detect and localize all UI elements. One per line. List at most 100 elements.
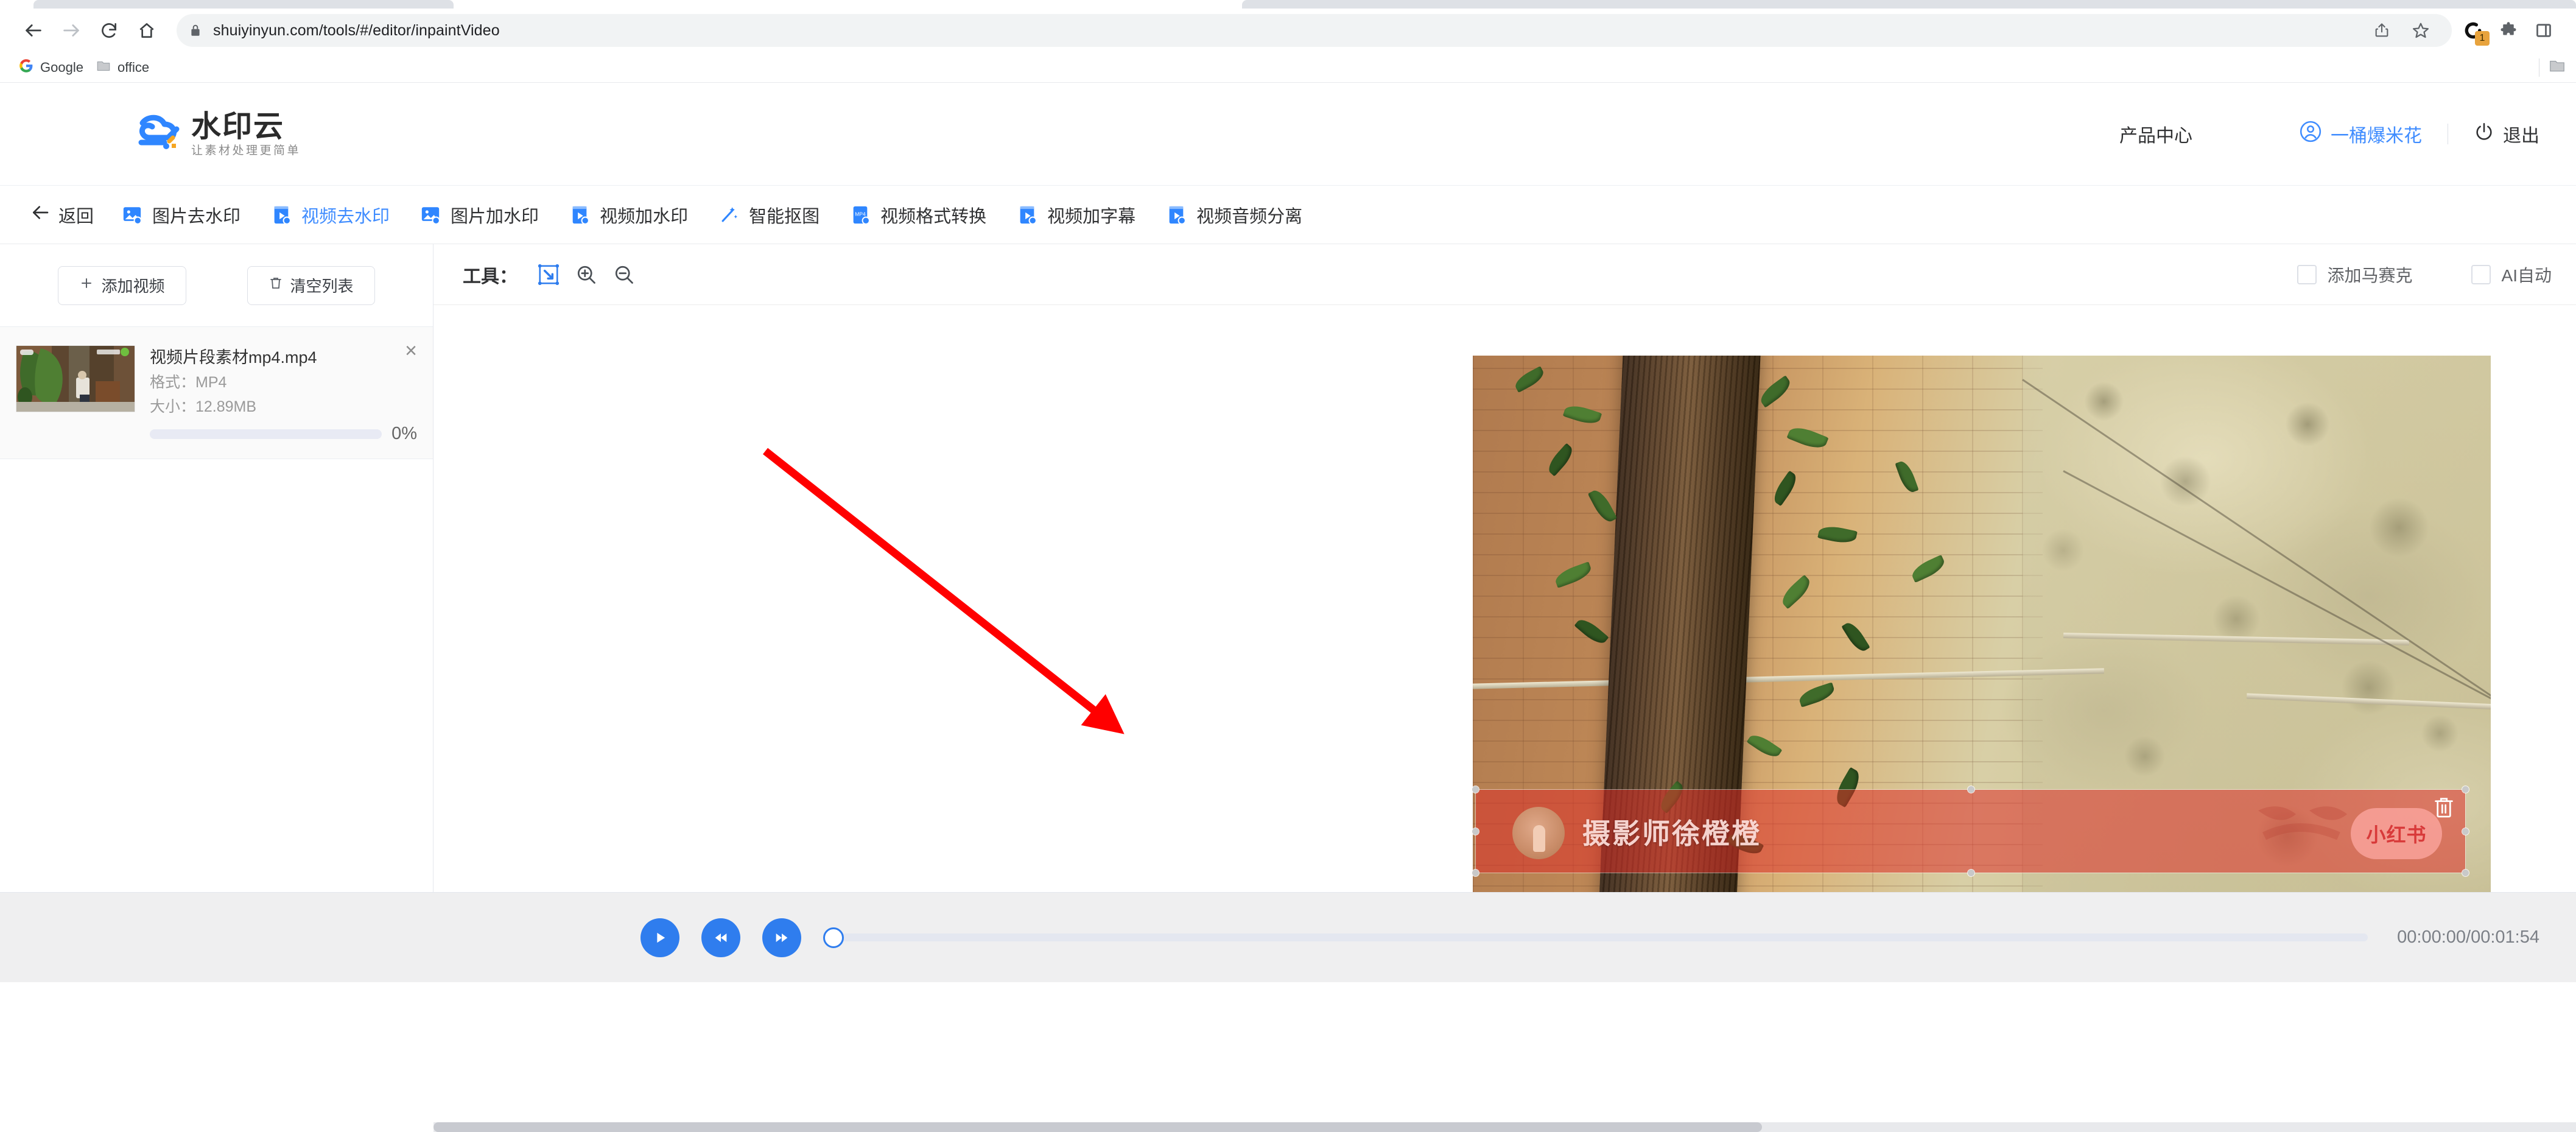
file-sidebar: 添加视频 清空列表 视频片段素材mp4.mp4 格式：MP4 大小：12.89M… (0, 244, 433, 892)
nav-item-smart-cutout[interactable]: 智能抠图 (718, 202, 819, 228)
side-panel-icon[interactable] (2526, 13, 2561, 48)
nav-item-image-remove-watermark[interactable]: 图片去水印 (122, 202, 240, 228)
browser-tab[interactable] (1242, 0, 2576, 9)
user-account[interactable]: 一桶爆米花 (2299, 120, 2422, 148)
zoom-in-tool[interactable] (567, 256, 605, 294)
fast-forward-button[interactable] (762, 918, 801, 957)
trash-icon (268, 276, 283, 295)
extension-badge-count: 1 (2475, 31, 2490, 46)
resize-handle-n[interactable] (1967, 786, 1974, 793)
video-icon (1017, 205, 1037, 225)
nav-item-label: 视频加水印 (600, 206, 689, 227)
user-name: 一桶爆米花 (2331, 126, 2422, 146)
home-icon[interactable] (128, 12, 166, 49)
circle-extension-icon[interactable]: 1 (2455, 13, 2491, 48)
tool-nav-tabs: 返回 图片去水印 视频去水印 图片加水印 视频加水印 智能抠图 MP4 视频格式… (0, 185, 2576, 244)
omnibox-actions (2364, 13, 2438, 48)
site-logo[interactable]: 水印云 让素材处理更简单 (128, 111, 301, 157)
nav-item-label: 视频去水印 (301, 206, 390, 227)
nav-back-button[interactable]: 返回 (30, 202, 94, 228)
logout-button[interactable]: 退出 (2474, 121, 2539, 147)
logo-text: 水印云 让素材处理更简单 (191, 110, 301, 156)
product-center-link[interactable]: 产品中心 (2119, 121, 2192, 147)
folder-icon[interactable] (2548, 57, 2566, 78)
browser-toolbar: shuiyinyun.com/tools/#/editor/inpaintVid… (0, 9, 2576, 52)
resize-handle-ne[interactable] (2462, 786, 2469, 793)
nav-item-video-subtitle[interactable]: 视频加字幕 (1017, 202, 1135, 228)
file-format: 格式：MP4 (150, 374, 227, 392)
bookmark-label: office (117, 59, 150, 75)
bookmark-office[interactable]: office (89, 55, 155, 80)
image-icon (420, 205, 441, 225)
share-icon[interactable] (2364, 13, 2399, 48)
nav-item-video-remove-watermark[interactable]: 视频去水印 (271, 202, 390, 228)
editor-toolbar: 工具： 添加马赛克 AI自动 (433, 244, 2576, 305)
video-icon (569, 205, 590, 225)
add-video-label: 添加视频 (101, 277, 165, 295)
clear-list-label: 清空列表 (290, 277, 354, 295)
ai-auto-checkbox[interactable]: AI自动 (2471, 262, 2552, 287)
file-name: 视频片段素材mp4.mp4 (150, 348, 317, 367)
reload-icon[interactable] (90, 12, 128, 49)
file-progress: 0% (150, 424, 417, 444)
video-icon (1166, 205, 1187, 225)
nav-item-video-audio-split[interactable]: 视频音频分离 (1166, 202, 1302, 228)
remove-file-button[interactable]: × (405, 340, 417, 361)
progress-track (150, 429, 382, 439)
clear-list-button[interactable]: 清空列表 (247, 265, 375, 305)
selection-box-tool[interactable] (530, 256, 567, 294)
slider-track[interactable] (841, 933, 2368, 941)
trash-icon[interactable] (2432, 795, 2455, 820)
watermark-ghost-mark (2246, 793, 2362, 867)
nav-item-video-add-watermark[interactable]: 视频加水印 (569, 202, 688, 228)
add-mosaic-label: 添加马赛克 (2327, 265, 2413, 285)
puzzle-extension-icon[interactable] (2491, 13, 2526, 48)
bookmark-google[interactable]: Google (12, 55, 89, 80)
user-avatar-icon (2299, 120, 2322, 148)
lock-icon (190, 23, 202, 38)
star-icon[interactable] (2403, 13, 2438, 48)
logo-title: 水印云 (191, 110, 285, 143)
resize-handle-w[interactable] (1472, 828, 1479, 835)
watermark-selection-region[interactable]: 摄影师徐橙橙 小红书 (1472, 786, 2469, 876)
forward-arrow-icon[interactable] (52, 12, 90, 49)
nav-item-label: 图片加水印 (451, 206, 539, 227)
folder-icon (96, 58, 111, 77)
list-item[interactable]: 视频片段素材mp4.mp4 格式：MP4 大小：12.89MB 0% × (0, 327, 433, 460)
nav-item-video-format-convert[interactable]: MP4 视频格式转换 (850, 202, 986, 228)
resize-handle-e[interactable] (2462, 828, 2469, 835)
back-arrow-icon[interactable] (15, 12, 52, 49)
scrollbar-thumb[interactable] (433, 1122, 1762, 1132)
resize-handle-nw[interactable] (1472, 786, 1479, 793)
browser-tab[interactable] (33, 0, 454, 9)
power-icon (2474, 121, 2494, 147)
cloud-logo-icon (128, 111, 180, 157)
play-button[interactable] (640, 918, 679, 957)
address-bar-url: shuiyinyun.com/tools/#/editor/inpaintVid… (213, 21, 500, 39)
slider-knob[interactable] (823, 927, 844, 948)
browser-tabstrip (0, 0, 2576, 9)
resize-handle-sw[interactable] (1472, 870, 1479, 876)
header-right: 产品中心 一桶爆米花 退出 (2119, 120, 2539, 148)
video-canvas[interactable]: 摄影师徐橙橙 小红书 (433, 305, 2576, 892)
add-mosaic-checkbox[interactable]: 添加马赛克 (2297, 262, 2413, 287)
progress-percent: 0% (391, 424, 417, 444)
playback-slider[interactable] (823, 926, 2368, 950)
address-bar[interactable]: shuiyinyun.com/tools/#/editor/inpaintVid… (177, 14, 2452, 47)
resize-handle-se[interactable] (2462, 870, 2469, 876)
toolbar-options: 添加马赛克 AI自动 (2297, 262, 2558, 287)
watermark-badge-label: 小红书 (2366, 824, 2427, 846)
browser-chrome: shuiyinyun.com/tools/#/editor/inpaintVid… (0, 0, 2576, 83)
bookmarks-overflow (2539, 57, 2566, 78)
video-thumbnail (16, 345, 135, 412)
resize-handle-s[interactable] (1967, 870, 1974, 876)
zoom-out-tool[interactable] (605, 256, 643, 294)
add-video-button[interactable]: 添加视频 (58, 265, 186, 305)
horizontal-scrollbar[interactable] (433, 1122, 2576, 1132)
rewind-button[interactable] (701, 918, 740, 957)
editor-panel: 工具： 添加马赛克 AI自动 摄影师徐橙橙 小红书 (433, 244, 2576, 892)
checkbox-box (2471, 264, 2491, 284)
nav-item-image-add-watermark[interactable]: 图片加水印 (420, 202, 539, 228)
site-header: 水印云 让素材处理更简单 产品中心 一桶爆米花 退出 (0, 83, 2576, 185)
nav-back-label: 返回 (58, 206, 94, 227)
